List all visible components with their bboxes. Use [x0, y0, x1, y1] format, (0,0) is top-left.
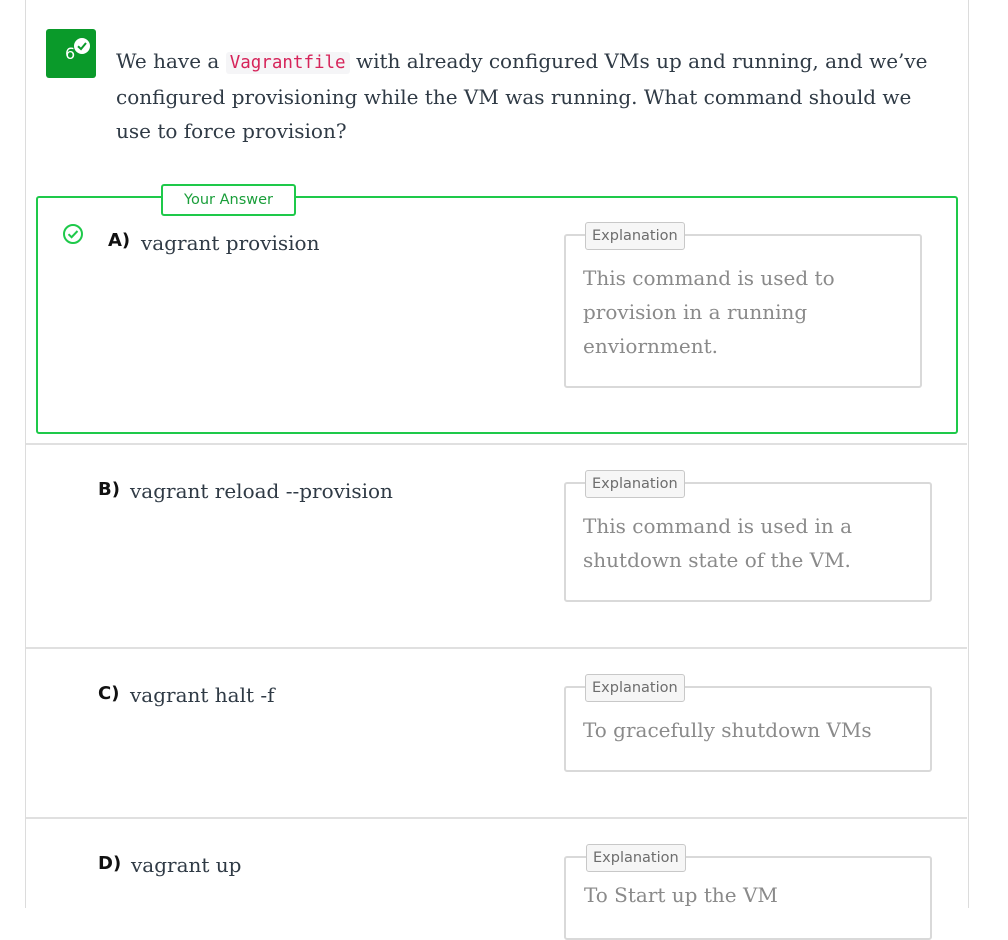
option-a-text[interactable]: vagrant provision — [141, 231, 319, 255]
option-d-text[interactable]: vagrant up — [131, 853, 241, 877]
question-number-badge: 6 — [46, 29, 96, 78]
option-a-explanation-tag: Explanation — [585, 222, 685, 250]
option-d-letter: D) — [98, 853, 122, 874]
option-d-explanation-tag: Explanation — [586, 844, 686, 872]
question-text: We have a Vagrantfile with already confi… — [116, 44, 946, 148]
option-b-text[interactable]: vagrant reload --provision — [130, 479, 393, 503]
option-c-text[interactable]: vagrant halt -f — [130, 683, 275, 707]
option-divider — [26, 817, 967, 819]
option-divider — [26, 647, 967, 649]
option-divider — [26, 443, 967, 445]
option-b-explanation-tag: Explanation — [585, 470, 685, 498]
option-c-explanation-text: To gracefully shutdown VMs — [583, 718, 872, 742]
your-answer-tag: Your Answer — [161, 184, 296, 216]
option-a-explanation-text: This command is used to provision in a r… — [583, 266, 835, 358]
option-b-letter: B) — [98, 479, 120, 500]
answered-check-icon — [74, 38, 90, 54]
option-d-explanation-text: To Start up the VM — [584, 883, 778, 907]
question-text-before: We have a — [116, 49, 226, 73]
option-b-explanation-text: This command is used in a shutdown state… — [583, 514, 853, 572]
inline-code: Vagrantfile — [225, 52, 350, 74]
option-a-letter: A) — [108, 230, 131, 251]
correct-check-circle-icon — [62, 223, 84, 245]
option-c-letter: C) — [98, 683, 120, 704]
option-c-explanation-tag: Explanation — [585, 674, 685, 702]
